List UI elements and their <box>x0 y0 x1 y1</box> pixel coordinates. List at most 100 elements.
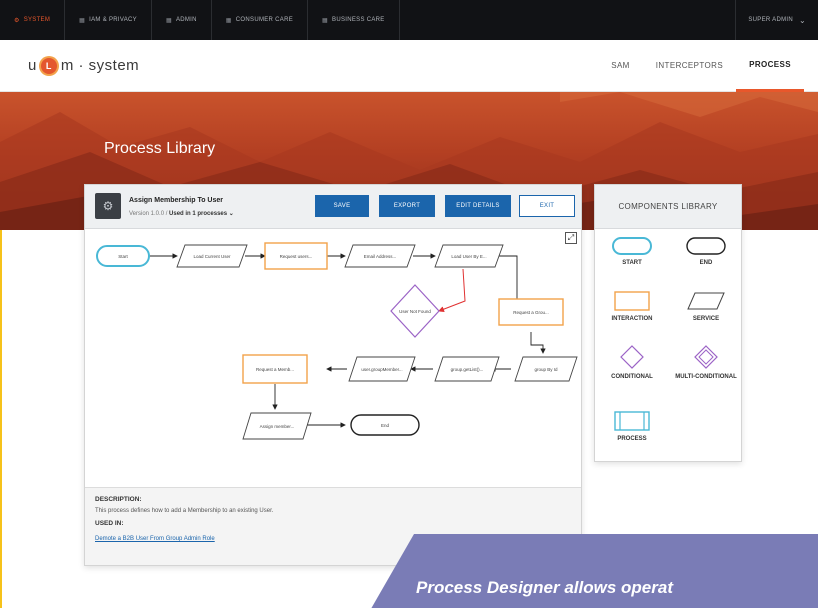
process-header: ⚙ Assign Membership To User Version 1.0.… <box>85 185 581 229</box>
topnav-iam-label: IAM & PRIVACY <box>89 17 137 23</box>
used-in-label: Used in 1 processes <box>169 211 228 217</box>
node-start: Start <box>96 245 150 267</box>
component-end-label: END <box>699 260 713 266</box>
node-load-current-user-label: Load Current User <box>193 254 231 259</box>
topnav-consumer-label: CONSUMER CARE <box>235 17 294 23</box>
export-button[interactable]: EXPORT <box>379 195 435 217</box>
logo-prefix: u <box>28 57 37 74</box>
node-user-not-found-label: User Not Found <box>399 309 431 314</box>
promo-banner-text: Process Designer allows operat <box>416 578 673 597</box>
topnav-system-label: SYSTEM <box>23 17 51 23</box>
topnav-business-label: BUSINESS CARE <box>332 17 385 23</box>
node-request-group-label: Request a Grou... <box>513 310 549 315</box>
component-service-label: SERVICE <box>692 316 720 322</box>
node-request-group: Request a Grou... <box>498 298 564 326</box>
topnav-business-care[interactable]: ▦ BUSINESS CARE <box>308 0 400 40</box>
logo[interactable]: u L m · system <box>28 57 139 74</box>
components-library-title: COMPONENTS LIBRARY <box>595 185 741 229</box>
component-process-label: PROCESS <box>617 436 647 442</box>
gear-icon: ⚙ <box>14 17 20 24</box>
user-menu[interactable]: SUPER ADMIN ⌄ <box>735 0 818 40</box>
node-request-users-label: Request users... <box>280 254 313 259</box>
end-shape-icon <box>686 237 726 255</box>
main-navigation: SAM INTERCEPTORS PROCESS <box>598 40 804 92</box>
left-edge-accent <box>0 230 2 608</box>
grid-icon: ▦ <box>165 17 172 24</box>
used-in-dropdown[interactable]: Used in 1 processes ⌄ <box>169 211 234 217</box>
page-title: Process Library <box>104 140 216 157</box>
component-conditional-label: CONDITIONAL <box>611 374 653 380</box>
nav-interceptors[interactable]: INTERCEPTORS <box>643 40 736 92</box>
start-shape-icon <box>612 237 652 255</box>
nav-sam[interactable]: SAM <box>598 40 643 92</box>
node-request-users: Request users... <box>264 242 328 270</box>
components-library: COMPONENTS LIBRARY START END INTERACTION… <box>594 184 742 462</box>
meta-separator: / <box>165 211 168 217</box>
chevron-down-icon: ⌄ <box>798 15 806 25</box>
node-assign-member-label: Assign member... <box>260 424 295 429</box>
app-header: u L m · system SAM INTERCEPTORS PROCESS <box>0 40 818 92</box>
component-multi-conditional[interactable]: MULTI-CONDITIONAL <box>669 345 743 381</box>
used-in-link[interactable]: Demote a B2B User From Group Admin Role <box>95 536 215 542</box>
grid-icon: ▦ <box>225 17 232 24</box>
component-start-label: START <box>622 260 642 266</box>
process-icon: ⚙ <box>95 193 121 219</box>
component-interaction-label: INTERACTION <box>611 316 653 322</box>
process-shape-icon <box>614 411 650 431</box>
service-shape-icon <box>687 292 725 310</box>
node-load-user-label: Load User By E... <box>451 254 486 259</box>
edit-details-button[interactable]: EDIT DETAILS <box>445 195 511 217</box>
node-start-label: Start <box>118 254 128 259</box>
save-button[interactable]: SAVE <box>315 195 369 217</box>
component-conditional[interactable]: CONDITIONAL <box>595 345 669 381</box>
node-user-groupmember-label: user.groupMember... <box>361 367 402 372</box>
node-user-not-found: User Not Found <box>390 284 440 338</box>
grid-icon: ▦ <box>79 17 86 24</box>
multi-conditional-shape-icon <box>694 345 718 369</box>
topnav-consumer-care[interactable]: ▦ CONSUMER CARE <box>212 0 309 40</box>
component-interaction[interactable]: INTERACTION <box>595 291 669 323</box>
topnav-system[interactable]: ⚙ SYSTEM <box>0 0 66 40</box>
process-meta: Version 1.0.0 / Used in 1 processes ⌄ <box>129 210 234 217</box>
promo-banner: Process Designer allows operat <box>368 534 818 608</box>
topnav-iam-privacy[interactable]: ▦ IAM & PRIVACY <box>65 0 152 40</box>
logo-suffix: m · system <box>60 57 140 74</box>
node-email-address: Email Address... <box>344 244 416 268</box>
top-navigation: ⚙ SYSTEM ▦ IAM & PRIVACY ▦ ADMIN ▦ CONSU… <box>0 0 818 40</box>
node-group-by-id-label: group By Id <box>534 367 558 372</box>
component-multi-conditional-label: MULTI-CONDITIONAL <box>675 374 737 380</box>
process-name: Assign Membership To User <box>129 197 224 204</box>
interaction-shape-icon <box>614 291 650 311</box>
component-service[interactable]: SERVICE <box>669 291 743 323</box>
chevron-down-icon: ⌄ <box>228 211 234 217</box>
node-request-membership-label: Request a Memb... <box>256 367 294 372</box>
node-end-label: End <box>381 423 390 428</box>
node-group-by-id: group By Id <box>514 356 578 382</box>
nav-process[interactable]: PROCESS <box>736 40 804 92</box>
logo-mark: L <box>40 57 57 74</box>
description-label: DESCRIPTION: <box>95 496 142 503</box>
node-load-current-user: Load Current User <box>176 244 248 268</box>
component-start[interactable]: START <box>595 237 669 267</box>
process-version: Version 1.0.0 <box>129 211 165 217</box>
flow-diagram[interactable]: Start Load Current User Request users...… <box>85 229 581 487</box>
node-group-getlist-label: group.getList()... <box>451 367 484 372</box>
conditional-shape-icon <box>620 345 644 369</box>
topnav-admin-label: ADMIN <box>175 17 197 23</box>
node-email-address-label: Email Address... <box>364 254 397 259</box>
exit-button[interactable]: EXIT <box>519 195 575 217</box>
component-end[interactable]: END <box>669 237 743 267</box>
node-group-getlist: group.getList()... <box>434 356 500 382</box>
topnav-admin[interactable]: ▦ ADMIN <box>152 0 212 40</box>
node-end: End <box>350 414 420 436</box>
node-load-user-by-email: Load User By E... <box>434 244 504 268</box>
used-in-heading: USED IN: <box>95 520 124 527</box>
node-assign-member: Assign member... <box>242 412 312 440</box>
node-request-membership: Request a Memb... <box>242 354 308 384</box>
process-card: ⚙ Assign Membership To User Version 1.0.… <box>84 184 582 566</box>
description-text: This process defines how to add a Member… <box>95 508 274 514</box>
grid-icon: ▦ <box>322 17 329 24</box>
node-user-groupmember: user.groupMember... <box>348 356 416 382</box>
component-process[interactable]: PROCESS <box>595 411 669 443</box>
user-menu-label: SUPER ADMIN <box>748 17 793 23</box>
